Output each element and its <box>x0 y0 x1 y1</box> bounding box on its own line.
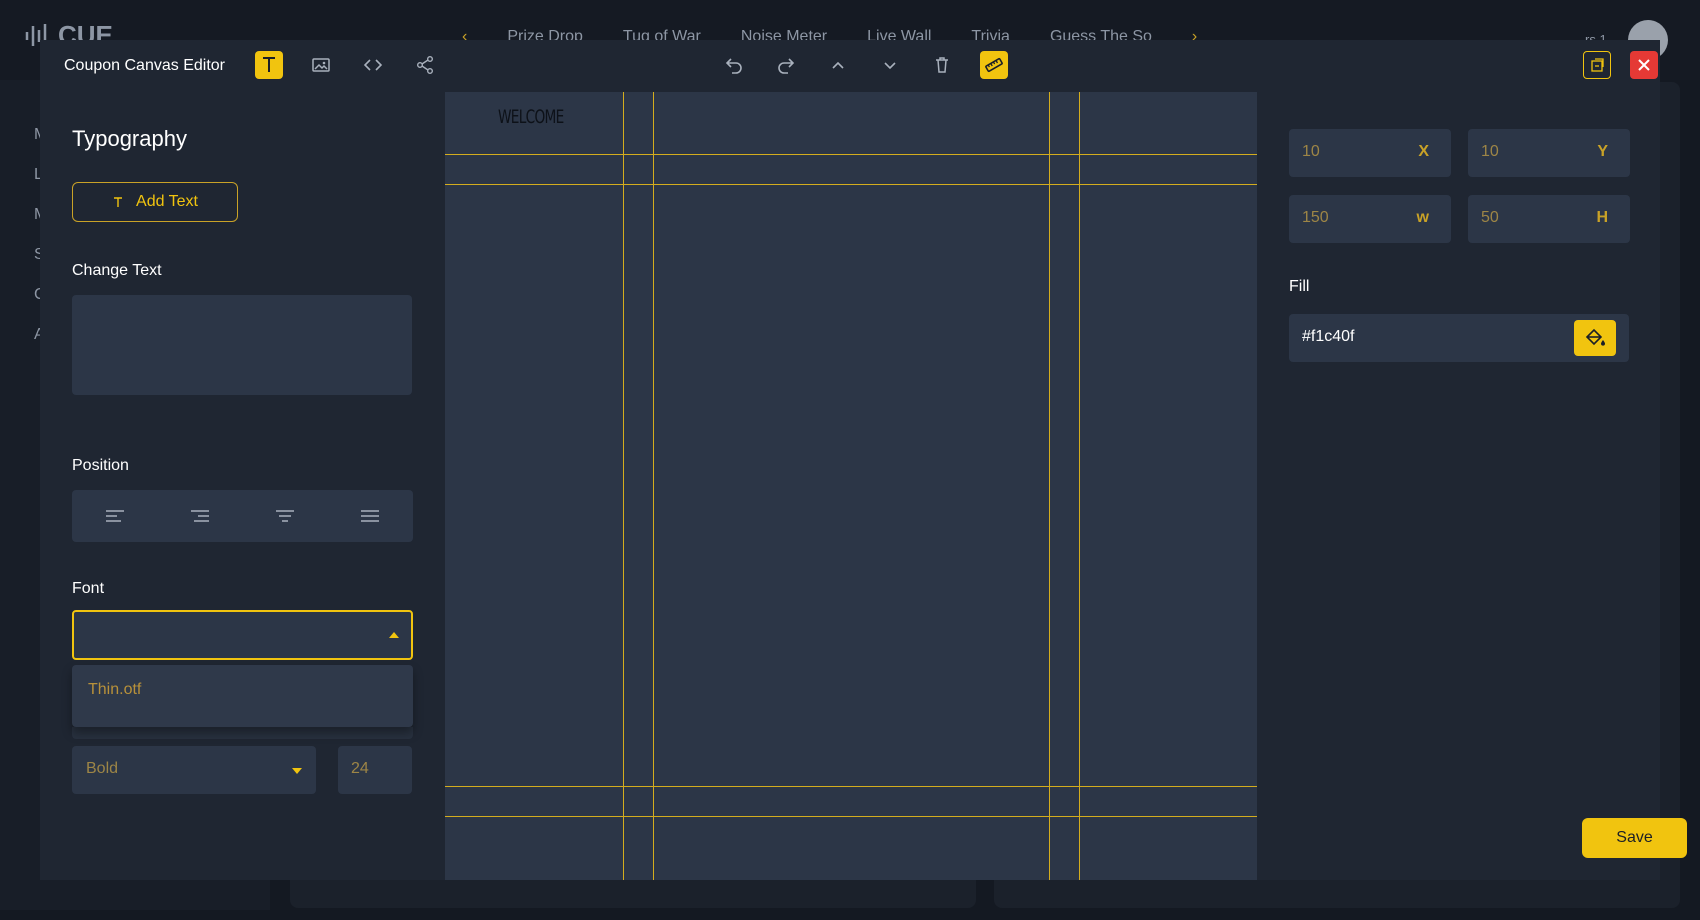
font-select[interactable] <box>72 610 413 660</box>
height-value: 50 <box>1481 209 1499 226</box>
layers-button[interactable] <box>1583 51 1611 79</box>
trash-icon <box>936 57 948 73</box>
share-icon <box>417 56 433 74</box>
guide-line <box>623 92 624 880</box>
coupon-canvas[interactable]: WELCOME <box>445 92 1257 880</box>
align-left-icon <box>105 510 124 522</box>
y-input[interactable]: 10 Y <box>1468 129 1630 177</box>
bring-forward-button[interactable] <box>824 51 852 79</box>
image-tool-button[interactable] <box>307 51 335 79</box>
chevron-up-icon <box>832 61 844 69</box>
align-center-icon <box>275 510 294 522</box>
font-option[interactable]: Thin.otf <box>88 681 141 699</box>
caret-up-icon <box>389 632 399 638</box>
layers-icon <box>1591 58 1604 72</box>
fill-value: #f1c40f <box>1302 328 1355 345</box>
align-justify-button[interactable] <box>327 490 412 542</box>
color-picker-button[interactable] <box>1574 320 1616 356</box>
close-button[interactable] <box>1630 51 1658 79</box>
code-icon <box>363 59 383 71</box>
guide-line <box>445 184 1257 185</box>
ruler-toggle-button[interactable] <box>980 51 1008 79</box>
image-icon <box>312 58 330 72</box>
undo-icon <box>725 58 742 74</box>
guide-line <box>445 816 1257 817</box>
send-backward-button[interactable] <box>876 51 904 79</box>
align-right-icon <box>190 510 209 522</box>
guide-line <box>1079 92 1080 880</box>
height-input[interactable]: 50 H <box>1468 195 1630 243</box>
share-tool-button[interactable] <box>411 51 439 79</box>
text-tool-button[interactable] <box>255 51 283 79</box>
font-size-input[interactable]: 24 <box>338 746 412 794</box>
x-value: 10 <box>1302 143 1320 160</box>
y-value: 10 <box>1481 143 1499 160</box>
dropdown-shadow <box>72 727 413 739</box>
change-text-label: Change Text <box>72 262 162 279</box>
position-label: Position <box>72 457 129 474</box>
font-weight-value: Bold <box>86 760 119 777</box>
x-unit: X <box>1418 143 1429 160</box>
text-icon <box>114 197 123 207</box>
code-tool-button[interactable] <box>359 51 387 79</box>
change-text-input[interactable] <box>72 295 412 395</box>
redo-button[interactable] <box>772 51 800 79</box>
redo-icon <box>778 58 795 74</box>
height-unit: H <box>1596 209 1608 226</box>
typography-panel: Typography Add Text Change Text Position… <box>40 92 445 880</box>
align-left-button[interactable] <box>72 490 157 542</box>
caret-down-icon <box>292 768 302 774</box>
guide-line <box>445 154 1257 155</box>
width-value: 150 <box>1302 209 1329 226</box>
align-justify-icon <box>360 510 379 522</box>
editor-toolbar: Coupon Canvas Editor <box>40 40 1660 92</box>
delete-button[interactable] <box>928 51 956 79</box>
width-input[interactable]: 150 w <box>1289 195 1451 243</box>
undo-button[interactable] <box>720 51 748 79</box>
text-icon <box>263 57 275 72</box>
guide-line <box>653 92 654 880</box>
x-input[interactable]: 10 X <box>1289 129 1451 177</box>
width-unit: w <box>1416 209 1429 226</box>
panel-heading: Typography <box>72 126 187 151</box>
align-center-button[interactable] <box>242 490 327 542</box>
align-right-button[interactable] <box>157 490 242 542</box>
y-unit: Y <box>1597 143 1608 160</box>
fill-label: Fill <box>1289 278 1310 295</box>
editor-title: Coupon Canvas Editor <box>64 57 225 74</box>
fill-color-input[interactable]: #f1c40f <box>1289 314 1629 362</box>
save-button[interactable]: Save <box>1582 818 1687 858</box>
font-weight-select[interactable]: Bold <box>72 746 316 794</box>
paint-bucket-icon <box>1585 328 1605 346</box>
font-dropdown-menu: Thin.otf <box>72 665 413 727</box>
chevron-down-icon <box>884 62 896 70</box>
add-text-label: Add Text <box>136 193 198 210</box>
guide-line <box>445 786 1257 787</box>
font-size-value: 24 <box>351 760 369 777</box>
coupon-canvas-editor: Coupon Canvas Editor Typography Add Text… <box>40 40 1687 880</box>
ruler-icon <box>985 57 1003 73</box>
font-label: Font <box>72 580 105 597</box>
close-icon <box>1638 59 1650 71</box>
guide-line <box>1049 92 1050 880</box>
properties-panel: 10 X 10 Y 150 w 50 H Fill #f1c40f <box>1257 92 1660 880</box>
alignment-group <box>72 490 413 542</box>
canvas-text-element[interactable]: WELCOME <box>498 106 564 128</box>
add-text-button[interactable]: Add Text <box>72 182 238 222</box>
